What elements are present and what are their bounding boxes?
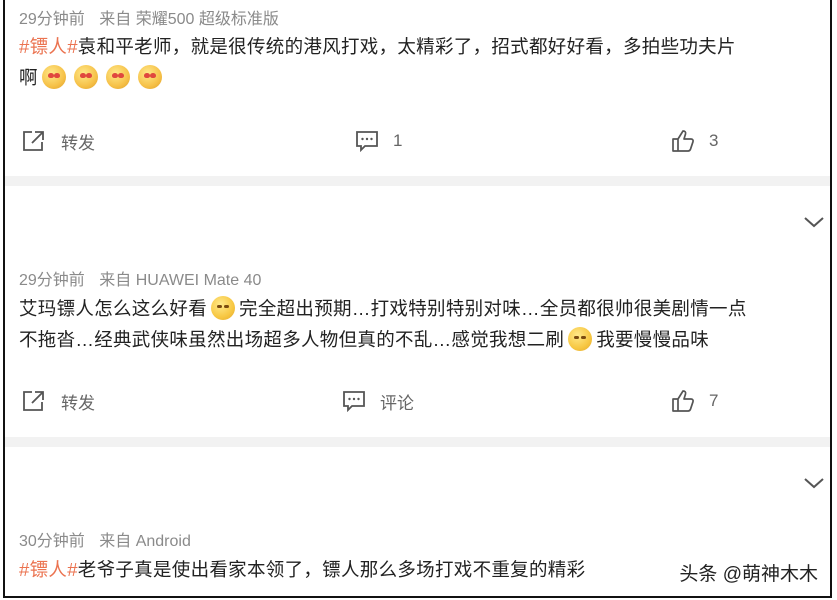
love-face-emoji-icon bbox=[41, 65, 66, 89]
like-button[interactable]: 3 bbox=[671, 126, 718, 156]
repost-label: 转发 bbox=[61, 133, 95, 153]
like-count: 3 bbox=[709, 131, 719, 150]
post-meta: 29分钟前 来自 荣耀500 超级标准版 bbox=[19, 5, 279, 29]
post-text-line1: 袁和平老师，就是很传统的港风打戏，太精彩了，招式都好好看，多拍些功夫片 bbox=[77, 36, 736, 57]
comment-count: 1 bbox=[393, 131, 403, 150]
post-meta: 29分钟前 来自 HUAWEI Mate 40 bbox=[19, 266, 261, 290]
post-source: 来自 Android bbox=[99, 533, 191, 550]
topic-tag-link[interactable]: #镖人# bbox=[19, 559, 78, 580]
repost-button[interactable]: 转发 bbox=[21, 126, 95, 156]
thumbs-up-icon bbox=[671, 389, 695, 413]
post-text-line1-b: 完全超出预期…打戏特别特别对味…全员都很帅很美剧情一点 bbox=[239, 298, 747, 319]
watermark: 头条 @萌神木木 bbox=[679, 564, 818, 585]
post-separator bbox=[5, 437, 830, 447]
post-meta: 30分钟前 来自 Android bbox=[19, 527, 191, 551]
comment-icon bbox=[342, 390, 366, 412]
post-source: 来自 荣耀500 超级标准版 bbox=[99, 11, 279, 28]
repost-icon bbox=[21, 389, 47, 413]
post-actions: 转发 1 3 bbox=[5, 126, 830, 156]
repost-button[interactable]: 转发 bbox=[21, 386, 95, 416]
post-separator bbox=[5, 176, 830, 186]
love-face-emoji-icon bbox=[73, 65, 98, 89]
like-button[interactable]: 7 bbox=[671, 386, 718, 416]
post-1: 29分钟前 来自 荣耀500 超级标准版 #镖人#袁和平老师，就是很传统的港风打… bbox=[5, 0, 830, 186]
post-text-line2: 啊 bbox=[19, 67, 38, 88]
comment-button[interactable]: 1 bbox=[355, 126, 402, 156]
chevron-down-icon[interactable] bbox=[802, 475, 826, 491]
grin-face-emoji-icon bbox=[211, 296, 236, 320]
post-text-line2-a: 不拖沓…经典武侠味虽然出场超多人物但真的不乱…感觉我想二刷 bbox=[19, 329, 565, 350]
post-text: #镖人#袁和平老师，就是很传统的港风打戏，太精彩了，招式都好好看，多拍些功夫片 … bbox=[19, 31, 824, 93]
post-source: 来自 HUAWEI Mate 40 bbox=[99, 272, 262, 289]
love-face-emoji-icon bbox=[105, 65, 130, 89]
thumbs-up-icon bbox=[671, 129, 695, 153]
post-time: 29分钟前 bbox=[19, 11, 85, 28]
grin-face-emoji-icon bbox=[568, 327, 593, 351]
post-text: 艾玛镖人怎么这么好看 完全超出预期…打戏特别特别对味…全员都很帅很美剧情一点 不拖… bbox=[19, 293, 824, 355]
repost-label: 转发 bbox=[61, 393, 95, 413]
feed-frame: 29分钟前 来自 荣耀500 超级标准版 #镖人#袁和平老师，就是很传统的港风打… bbox=[3, 0, 832, 598]
post-time: 29分钟前 bbox=[19, 272, 85, 289]
post-2: 29分钟前 来自 HUAWEI Mate 40 艾玛镖人怎么这么好看 完全超出预期… bbox=[5, 186, 830, 446]
post-time: 30分钟前 bbox=[19, 533, 85, 550]
comment-button[interactable]: 评论 bbox=[342, 386, 414, 416]
post-text-line2-b: 我要慢慢品味 bbox=[596, 329, 710, 350]
repost-icon bbox=[21, 129, 47, 153]
comment-label: 评论 bbox=[380, 393, 414, 413]
post-text-content: 老爷子真是使出看家本领了，镖人那么多场打戏不重复的精彩 bbox=[77, 559, 586, 580]
love-face-emoji-icon bbox=[137, 65, 162, 89]
comment-icon bbox=[355, 130, 379, 152]
like-count: 7 bbox=[709, 391, 719, 410]
chevron-down-icon[interactable] bbox=[802, 214, 826, 230]
topic-tag-link[interactable]: #镖人# bbox=[19, 36, 78, 57]
post-text-line1-a: 艾玛镖人怎么这么好看 bbox=[19, 298, 208, 319]
post-actions: 转发 评论 7 bbox=[5, 386, 830, 416]
